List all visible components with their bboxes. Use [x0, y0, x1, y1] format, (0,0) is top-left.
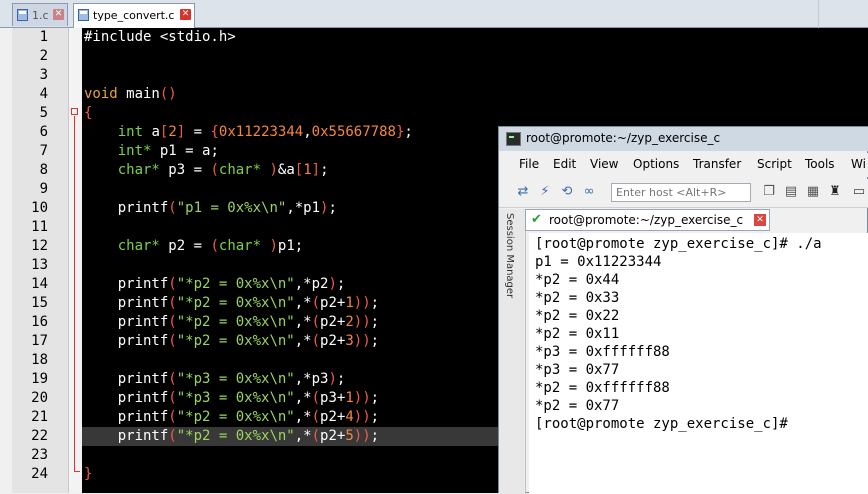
menu-transfer[interactable]: Transfer [693, 157, 741, 171]
line-number: 1 [39, 29, 48, 45]
editor-tab-bar: 1.c ✕ type_convert.c ✕ [0, 0, 868, 28]
line-number: 23 [31, 447, 48, 463]
terminal-line: *p2 = 0x22 [535, 308, 620, 324]
link-icon[interactable]: ∞ [581, 184, 597, 200]
print-icon[interactable]: ▭ [851, 184, 867, 200]
quick-connect-icon[interactable]: ⚡ [537, 184, 553, 200]
code-line: char* p3 = (char* )&a[1]; [117, 162, 329, 178]
terminal-line: [root@promote zyp_exercise_c]# ./a [535, 236, 822, 252]
line-number: 16 [31, 314, 48, 330]
line-number: 5 [39, 105, 48, 121]
fold-line [74, 116, 75, 472]
line-number: 9 [39, 181, 48, 197]
close-icon[interactable]: ✕ [180, 9, 191, 20]
code-line: { [84, 105, 93, 121]
code-line: printf("*p2 = 0x%x\n",*(p2+5)); [84, 428, 380, 444]
code-line: void main() [84, 86, 177, 102]
tab-1c[interactable]: 1.c ✕ [12, 3, 68, 26]
menu-tools[interactable]: Tools [805, 157, 835, 171]
terminal-menu-bar: File Edit View Options Transfer Script T… [499, 153, 868, 177]
fold-margin [69, 28, 81, 493]
code-line: printf("*p2 = 0x%x\n",*(p2+4)); [84, 409, 380, 425]
session-tab-label: root@promote:~/zyp_exercise_c [549, 213, 744, 227]
terminal-line: p1 = 0x11223344 [535, 254, 662, 270]
close-icon[interactable]: ✕ [754, 214, 766, 226]
line-number: 12 [31, 238, 48, 254]
terminal-line: *p2 = 0xffffff88 [535, 380, 670, 396]
line-number: 3 [39, 67, 48, 83]
line-number: 7 [39, 143, 48, 159]
line-number: 17 [31, 333, 48, 349]
line-number: 21 [31, 409, 48, 425]
menu-window[interactable]: Wi [851, 157, 866, 171]
reconnect-icon[interactable]: ⟲ [559, 184, 575, 200]
menu-options[interactable]: Options [633, 157, 679, 171]
connect-icon[interactable]: ⇄ [515, 184, 531, 200]
fold-end [74, 471, 80, 472]
menu-file[interactable]: File [519, 157, 539, 171]
code-line: printf("*p3 = 0x%x\n",*(p3+1)); [84, 390, 380, 406]
line-number: 2 [39, 48, 48, 64]
menu-script[interactable]: Script [757, 157, 792, 171]
paste-icon[interactable]: ▤ [783, 184, 799, 200]
file-icon [17, 9, 28, 21]
terminal-line: *p2 = 0x44 [535, 272, 620, 288]
terminal-toolbar: ⇄ ⚡ ⟲ ∞ Enter host <Alt+R> ❐ ▤ ▦ ♜ ▭ [499, 179, 868, 208]
file-icon [78, 9, 89, 21]
session-manager-label: Session Manager [504, 213, 515, 299]
code-line: #include <stdio.h> [84, 29, 236, 45]
fold-collapse-icon[interactable] [71, 108, 78, 115]
terminal-icon [506, 132, 521, 146]
terminal-line: *p2 = 0x11 [535, 326, 620, 342]
close-icon[interactable]: ✕ [53, 9, 64, 20]
code-line: char* p2 = (char* )p1; [117, 238, 304, 254]
line-number: 19 [31, 371, 48, 387]
menu-edit[interactable]: Edit [553, 157, 576, 171]
session-manager-sidebar[interactable]: Session Manager [499, 209, 526, 494]
code-line: printf("p1 = 0x%x\n",*p1); [84, 200, 337, 216]
session-tab[interactable]: ✔ root@promote:~/zyp_exercise_c ✕ [525, 209, 770, 231]
terminal-line: *p3 = 0x77 [535, 362, 620, 378]
menu-view[interactable]: View [590, 157, 618, 171]
terminal-line: *p2 = 0x33 [535, 290, 620, 306]
line-number: 11 [31, 219, 48, 235]
code-line: } [84, 466, 93, 482]
terminal-line: *p3 = 0xffffff88 [535, 344, 670, 360]
line-number: 6 [39, 124, 48, 140]
copy-paste-icon[interactable]: ▦ [805, 184, 821, 200]
line-number: 8 [39, 162, 48, 178]
terminal-title-bar[interactable]: root@promote:~/zyp_exercise_c [499, 127, 868, 151]
terminal-screen[interactable]: [root@promote zyp_exercise_c]# ./a p1 = … [529, 233, 868, 494]
code-line: printf("*p2 = 0x%x\n",*(p2+2)); [84, 314, 380, 330]
code-line: printf("*p2 = 0x%x\n",*(p2+3)); [84, 333, 380, 349]
code-line: printf("*p3 = 0x%x\n",*p3); [84, 371, 346, 387]
code-line: printf("*p2 = 0x%x\n",*p2); [84, 276, 346, 292]
tab-label: type_convert.c [93, 9, 175, 22]
line-number: 13 [31, 257, 48, 273]
line-number: 24 [31, 466, 48, 482]
terminal-line: [root@promote zyp_exercise_c]# [535, 416, 788, 432]
copy-icon[interactable]: ❐ [761, 184, 777, 200]
line-number: 18 [31, 352, 48, 368]
line-number: 4 [39, 86, 48, 102]
code-line: printf("*p2 = 0x%x\n",*(p2+1)); [84, 295, 380, 311]
line-number: 10 [31, 200, 48, 216]
code-line: int* p1 = a; [117, 143, 219, 159]
code-line: int a[2] = {0x11223344,0x55667788}; [117, 124, 413, 140]
find-binoculars-icon[interactable]: ♜ [827, 184, 843, 200]
line-number: 14 [31, 276, 48, 292]
terminal-line: *p2 = 0x77 [535, 398, 620, 414]
line-number: 22 [31, 428, 48, 444]
terminal-title: root@promote:~/zyp_exercise_c [526, 131, 721, 145]
line-number: 20 [31, 390, 48, 406]
tab-type-convert[interactable]: type_convert.c ✕ [73, 3, 195, 28]
host-input[interactable]: Enter host <Alt+R> [611, 183, 751, 202]
line-number: 15 [31, 295, 48, 311]
terminal-window[interactable]: root@promote:~/zyp_exercise_c File Edit … [498, 126, 868, 494]
check-icon: ✔ [531, 212, 542, 227]
tab-label: 1.c [32, 9, 49, 22]
